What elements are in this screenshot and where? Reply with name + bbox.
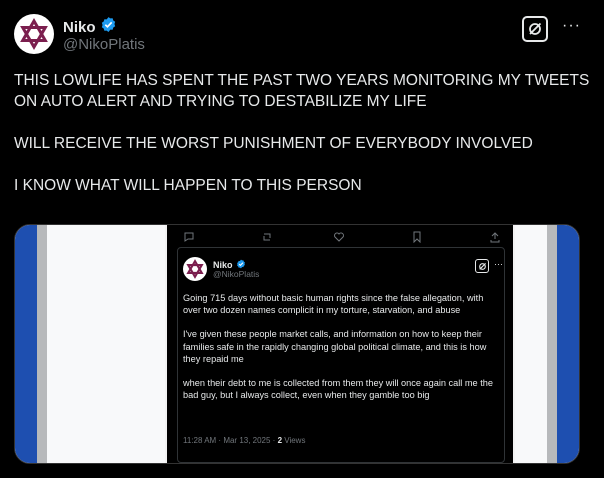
flag-stripe [15,225,37,463]
tweet-media-image[interactable]: Niko @NikoPlatis ··· Going 715 days with… [14,224,580,464]
bookmark-icon [411,231,423,246]
author-name-row[interactable]: Niko [63,16,117,38]
embedded-timestamp: 11:28 AM · Mar 13, 2025 · 2 Views [183,436,305,445]
tweet-paragraph: THIS LOWLIFE HAS SPENT THE PAST TWO YEAR… [14,72,590,110]
screenshot-of-tweet: Niko @NikoPlatis ··· Going 715 days with… [167,225,513,463]
action-bar [183,231,503,247]
embedded-author-handle: @NikoPlatis [213,269,260,279]
avatar[interactable] [14,14,54,54]
author-handle[interactable]: @NikoPlatis [63,36,145,53]
star-of-david-icon [20,18,48,50]
flag-stripe [37,225,47,463]
grok-icon [475,259,489,273]
more-options-icon: ··· [494,259,503,269]
verified-badge-icon [100,16,117,38]
avatar [183,257,207,281]
embedded-tweet-text: Going 715 days without basic human right… [183,292,499,413]
tweet-text: THIS LOWLIFE HAS SPENT THE PAST TWO YEAR… [14,70,594,217]
retweet-icon [261,231,273,246]
views-label: Views [284,436,306,445]
like-icon [333,231,345,246]
tweet-paragraph: WILL RECEIVE THE WORST PUNISHMENT OF EVE… [14,135,533,152]
embedded-paragraph: I've given these people market calls, an… [183,329,487,364]
embedded-paragraph: when their debt to me is collected from … [183,378,493,401]
more-options-icon[interactable]: ··· [562,18,581,34]
grok-icon [529,22,542,35]
grok-button[interactable] [522,16,548,42]
timestamp-text: 11:28 AM · Mar 13, 2025 · [183,436,276,445]
image-background [47,225,165,463]
tweet-paragraph: I KNOW WHAT WILL HAPPEN TO THIS PERSON [14,177,362,194]
embedded-tweet: Niko @NikoPlatis ··· Going 715 days with… [177,247,505,463]
image-background [515,225,547,463]
flag-stripe [547,225,557,463]
author-name[interactable]: Niko [63,19,96,36]
share-icon [489,231,501,246]
embedded-paragraph: Going 715 days without basic human right… [183,293,484,316]
views-count: 2 [277,436,283,445]
reply-icon [183,231,195,246]
star-of-david-icon [186,259,204,279]
flag-stripe [557,225,579,463]
